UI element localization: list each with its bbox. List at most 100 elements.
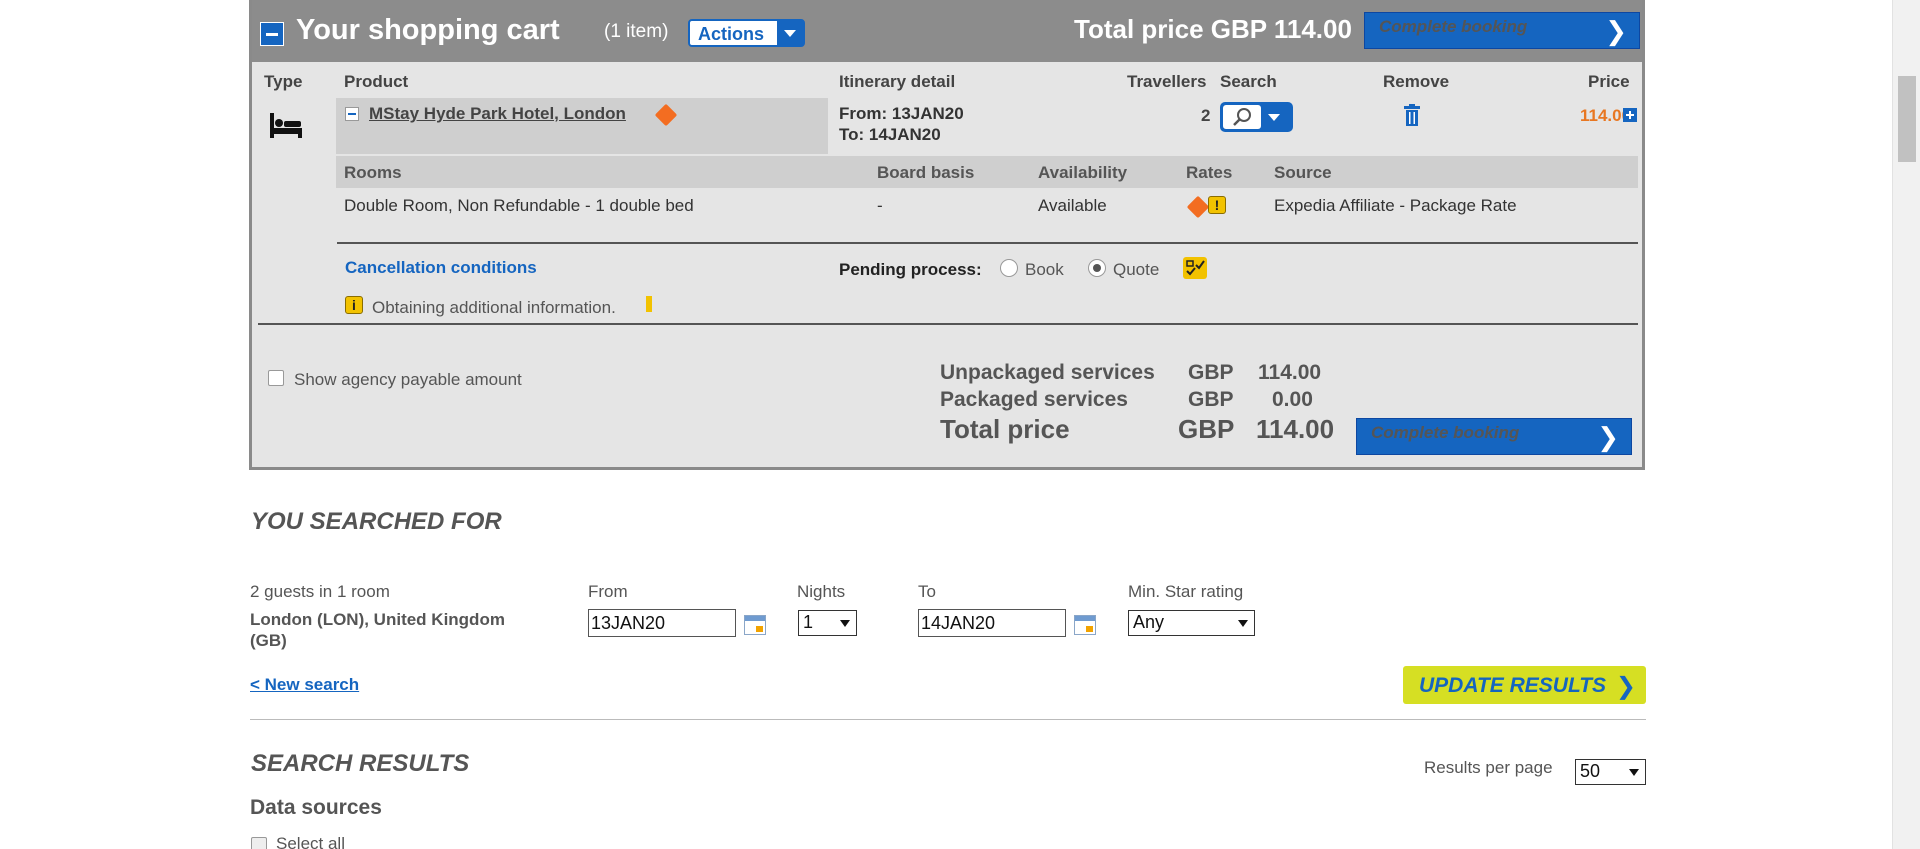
availability-value: Available <box>1038 196 1107 215</box>
from-date-input[interactable] <box>588 609 736 637</box>
new-search-link[interactable]: < New search <box>250 675 359 695</box>
room-name: Double Room, Non Refundable - 1 double b… <box>344 196 694 215</box>
from-label: From <box>588 582 628 601</box>
col-price: Price <box>1588 72 1630 91</box>
search-icon <box>1233 108 1251 126</box>
results-per-page-select[interactable]: 50 <box>1575 759 1646 785</box>
board-basis-value: - <box>877 196 883 215</box>
loading-indicator <box>646 296 652 312</box>
plus-icon[interactable] <box>1623 108 1637 122</box>
checklist-icon[interactable] <box>1183 257 1207 279</box>
to-label: To <box>918 582 936 601</box>
divider <box>337 242 1638 244</box>
info-icon: i <box>345 296 363 314</box>
total-price-currency: GBP <box>1178 414 1235 444</box>
search-icon-box <box>1223 105 1261 129</box>
pending-process-label: Pending process: <box>839 260 982 279</box>
destination: London (LON), United Kingdom (GB) <box>250 610 505 650</box>
divider <box>250 719 1646 720</box>
star-rating-value: Any <box>1133 612 1165 632</box>
col-travellers: Travellers <box>1127 72 1207 91</box>
chevron-right-icon: ❯ <box>1615 673 1636 700</box>
col-source: Source <box>1274 163 1332 182</box>
search-dropdown-button[interactable] <box>1220 102 1293 132</box>
total-price-header: Total price GBP 114.00 <box>1074 14 1352 44</box>
collapse-cart-button[interactable] <box>260 22 284 46</box>
update-results-label: UPDATE RESULTS <box>1419 674 1607 697</box>
complete-booking-label: Complete booking <box>1379 17 1528 36</box>
book-radio-label: Book <box>1025 260 1064 279</box>
col-board-basis: Board basis <box>877 163 975 182</box>
nights-label: Nights <box>797 582 846 601</box>
select-all-label: Select all <box>276 834 345 849</box>
search-results-title: SEARCH RESULTS <box>251 750 470 777</box>
page-scrollbar[interactable] <box>1892 0 1920 849</box>
total-price-amount: 114.00 <box>1256 414 1335 444</box>
travellers-count: 2 <box>1201 106 1211 125</box>
source-value: Expedia Affiliate - Package Rate <box>1274 196 1517 215</box>
complete-booking-label: Complete booking <box>1371 423 1520 442</box>
packaged-amount: 0.00 <box>1272 388 1313 411</box>
unpackaged-currency: GBP <box>1188 361 1234 384</box>
chevron-down-icon <box>777 21 803 45</box>
calendar-icon[interactable] <box>1074 615 1096 635</box>
chevron-right-icon: ❯ <box>1597 422 1619 452</box>
itinerary-to: To: 14JAN20 <box>839 125 941 144</box>
chevron-down-icon <box>1268 114 1280 121</box>
rooms-header-row <box>336 156 1638 188</box>
agency-payable-checkbox[interactable] <box>268 370 284 386</box>
actions-label: Actions <box>698 24 765 44</box>
dropdown-arrow-icon <box>1238 620 1248 627</box>
cart-header: Your shopping cart (1 item) Actions Tota… <box>252 0 1642 62</box>
star-rating-select[interactable]: Any <box>1128 610 1255 636</box>
complete-booking-button-bottom[interactable]: Complete booking ❯ <box>1356 418 1632 455</box>
cancellation-conditions-link[interactable]: Cancellation conditions <box>345 258 537 278</box>
select-all-checkbox[interactable] <box>251 837 267 849</box>
col-rooms: Rooms <box>344 163 402 182</box>
nights-select[interactable]: 1 <box>798 610 857 636</box>
cart-item-count: (1 item) <box>604 21 669 42</box>
col-rates: Rates <box>1186 163 1233 182</box>
chevron-right-icon: ❯ <box>1605 16 1627 46</box>
calendar-icon[interactable] <box>744 615 766 635</box>
quote-radio[interactable] <box>1088 259 1106 277</box>
searched-for-title: YOU SEARCHED FOR <box>251 508 502 535</box>
results-per-page-label: Results per page <box>1424 758 1553 777</box>
bed-icon <box>270 113 302 138</box>
col-product: Product <box>344 72 409 91</box>
agency-payable-label: Show agency payable amount <box>294 370 522 389</box>
collapse-product-icon[interactable] <box>345 107 359 121</box>
guests-summary: 2 guests in 1 room <box>250 582 390 601</box>
divider <box>258 323 1638 325</box>
book-radio[interactable] <box>1000 259 1018 277</box>
actions-dropdown[interactable]: Actions <box>688 19 805 47</box>
packaged-label: Packaged services <box>940 388 1128 411</box>
col-search: Search <box>1220 72 1277 91</box>
data-sources-title: Data sources <box>250 796 382 819</box>
rate-tag-icon <box>1186 195 1210 219</box>
results-per-page-value: 50 <box>1580 761 1601 781</box>
col-type: Type <box>264 72 303 91</box>
unpackaged-label: Unpackaged services <box>940 361 1155 384</box>
to-date-input[interactable] <box>918 609 1066 637</box>
col-itinerary: Itinerary detail <box>839 72 956 91</box>
dropdown-arrow-icon <box>840 620 850 627</box>
info-text: Obtaining additional information. <box>372 298 616 317</box>
quote-radio-label: Quote <box>1113 260 1160 279</box>
total-price-label: Total price <box>940 414 1070 444</box>
col-remove: Remove <box>1383 72 1450 91</box>
cart-title: Your shopping cart <box>296 14 560 46</box>
nights-value: 1 <box>803 612 814 632</box>
scrollbar-thumb[interactable] <box>1898 76 1916 162</box>
dropdown-arrow-icon <box>1629 769 1639 776</box>
hotel-name-link[interactable]: MStay Hyde Park Hotel, London <box>369 104 626 124</box>
complete-booking-button[interactable]: Complete booking ❯ <box>1364 12 1640 49</box>
shopping-cart-panel: Your shopping cart (1 item) Actions Tota… <box>249 0 1645 470</box>
packaged-currency: GBP <box>1188 388 1234 411</box>
warning-icon: ! <box>1208 196 1226 214</box>
trash-icon[interactable] <box>1404 104 1420 126</box>
col-availability: Availability <box>1038 163 1128 182</box>
star-rating-label: Min. Star rating <box>1128 582 1244 601</box>
unpackaged-amount: 114.00 <box>1258 361 1322 384</box>
update-results-button[interactable]: UPDATE RESULTS ❯ <box>1403 666 1646 704</box>
